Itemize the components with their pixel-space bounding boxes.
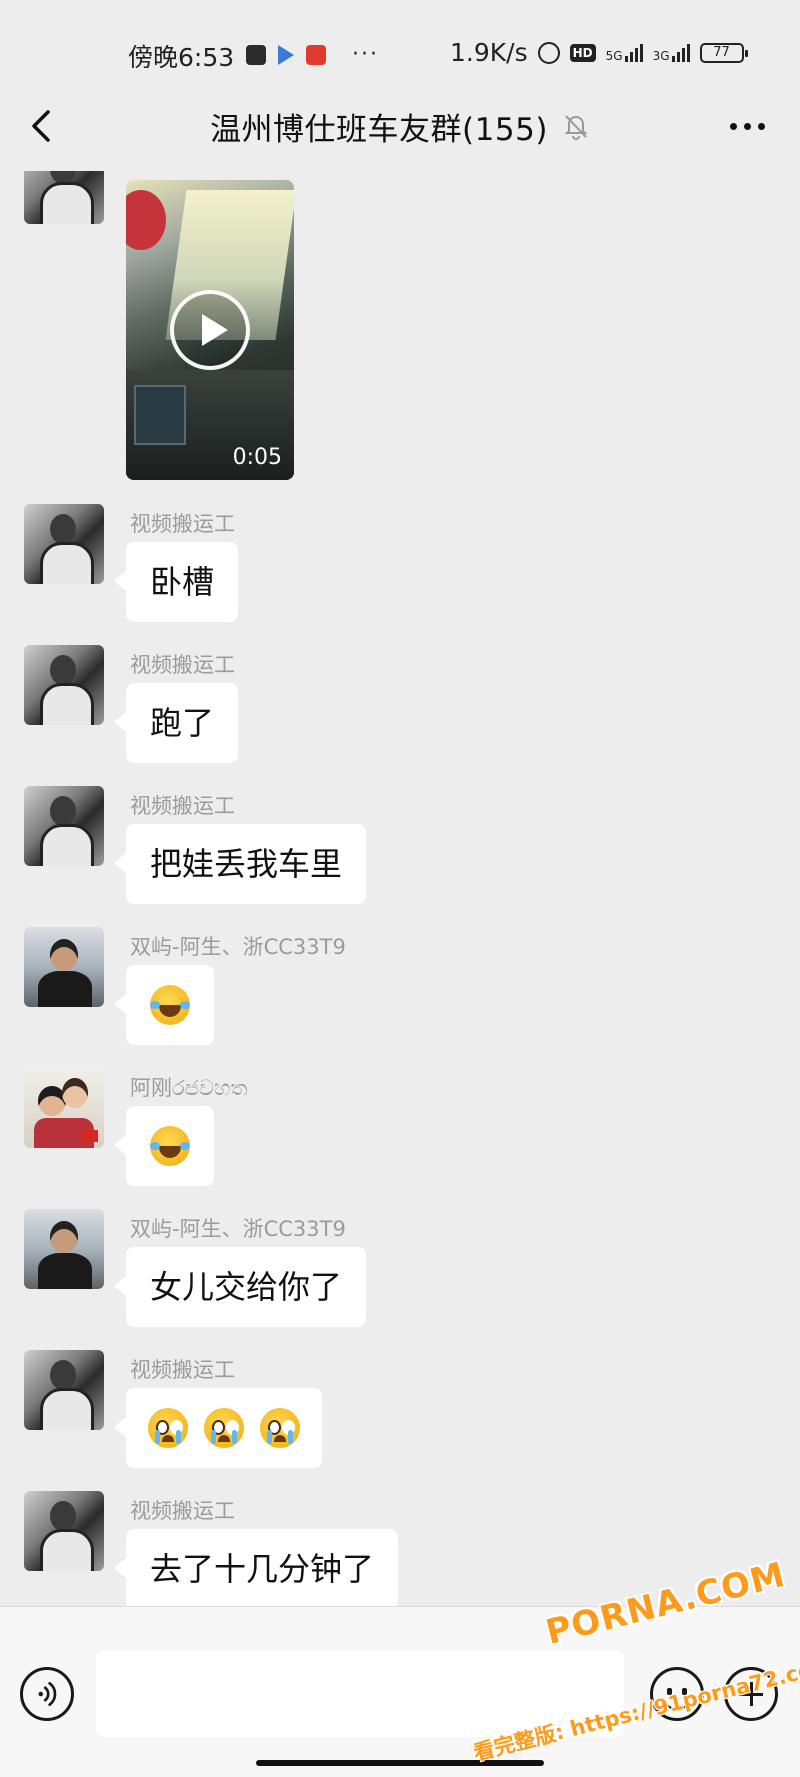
teary-eyed-emoji-icon — [204, 1408, 245, 1448]
status-right: 1.9K/s HD 5G 3G 77 — [450, 38, 748, 67]
sender-name: 视频搬运工 — [130, 653, 235, 677]
avatar[interactable] — [24, 927, 104, 1007]
chat-screen: 傍晚6:53 ··· 1.9K/s HD 5G 3G 77 温州博仕班车友群(1… — [0, 0, 800, 1777]
laughing-crying-emoji-icon — [150, 1126, 190, 1166]
chat-title: 温州博仕班车友群(155) — [210, 111, 548, 148]
sender-name: 阿刚රජවහත — [130, 1076, 248, 1100]
sender-name: 视频搬运工 — [130, 1358, 235, 1382]
sender-name: 视频搬运工 — [130, 794, 235, 818]
hd-badge: HD — [569, 43, 596, 62]
back-arrow-icon[interactable] — [22, 106, 62, 146]
sim1-signal-icon: 5G — [606, 43, 643, 62]
sender-name: 视频搬运工 — [130, 512, 235, 536]
battery-icon: 77 — [699, 42, 748, 63]
play-icon[interactable] — [170, 290, 250, 370]
avatar[interactable] — [24, 1350, 104, 1430]
alarm-icon — [537, 41, 560, 64]
avatar[interactable] — [24, 1491, 104, 1571]
notification-icons: ··· — [246, 42, 379, 67]
more-notifications-icon: ··· — [352, 42, 379, 67]
video-app-icon — [278, 44, 294, 65]
avatar[interactable] — [24, 1209, 104, 1289]
emoji-bubble[interactable] — [114, 965, 214, 1045]
gallery-icon — [246, 44, 266, 65]
teary-eyed-emoji-icon — [260, 1408, 301, 1448]
sender-name: 双屿-阿生、浙CC33T9 — [130, 1217, 346, 1241]
news-app-icon — [306, 44, 326, 65]
video-duration: 0:05 — [232, 445, 282, 470]
emoji-bubble[interactable] — [113, 1388, 323, 1468]
net-speed: 1.9K/s — [450, 38, 528, 67]
emoji-bubble[interactable] — [114, 1106, 214, 1186]
status-bar: 傍晚6:53 ··· 1.9K/s HD 5G 3G 77 — [0, 0, 800, 84]
mute-bell-icon — [564, 115, 588, 140]
message-bubble[interactable]: 去了十几分钟了 — [113, 1529, 399, 1609]
sender-name: 双屿-阿生、浙CC33T9 — [130, 935, 346, 959]
avatar[interactable] — [24, 645, 104, 725]
sender-name: 视频搬运工 — [130, 1499, 235, 1523]
message-bubble[interactable]: 把娃丢我车里 — [113, 824, 367, 904]
message-bubble[interactable]: 跑了 — [113, 683, 239, 763]
message-bubble[interactable]: 卧槽 — [113, 542, 239, 622]
chat-header: 温州博仕班车友群(155) — [0, 84, 800, 168]
avatar[interactable] — [24, 786, 104, 866]
message-bubble[interactable]: 女儿交给你了 — [113, 1247, 367, 1327]
status-time: 傍晚6:53 — [128, 43, 235, 72]
avatar[interactable] — [24, 504, 104, 584]
teary-eyed-emoji-icon — [148, 1408, 188, 1448]
video-message[interactable]: 0:05 — [126, 180, 294, 480]
voice-icon[interactable] — [20, 1667, 74, 1721]
sim2-signal-icon: 3G — [653, 43, 690, 62]
avatar[interactable] — [24, 1068, 104, 1148]
more-dots-icon[interactable] — [730, 114, 774, 138]
laughing-crying-emoji-icon — [150, 985, 190, 1025]
